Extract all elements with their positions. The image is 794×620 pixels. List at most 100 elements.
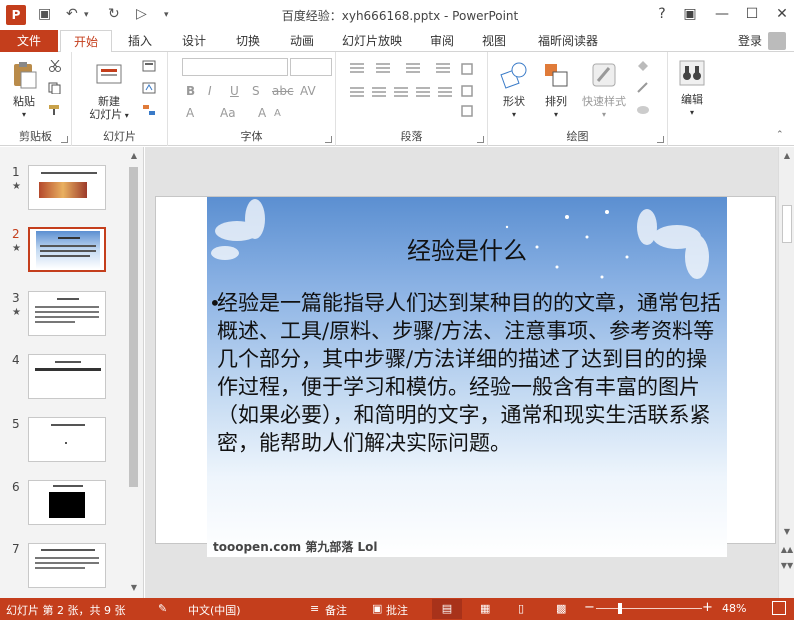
main-vertical-scrollbar[interactable]: ▲ ▼ ▲▲ ▼▼ <box>778 147 794 598</box>
thumbnail-scroll-thumb[interactable] <box>129 167 138 487</box>
collapse-ribbon-icon[interactable]: ⌃ <box>776 130 784 140</box>
fit-slide-to-window-button[interactable] <box>772 601 786 615</box>
underline-button[interactable]: U <box>230 84 239 98</box>
slide-thumbnail-1[interactable] <box>28 165 106 210</box>
comments-button[interactable]: 批注 <box>386 602 408 618</box>
new-slide-button[interactable]: 新建 幻灯片 ▾ <box>86 60 132 122</box>
shapes-dropdown-icon[interactable]: ▾ <box>496 108 532 121</box>
paragraph-buttons-icon[interactable] <box>346 60 476 126</box>
tab-review[interactable]: 审阅 <box>422 30 462 52</box>
undo-icon[interactable]: ↶ <box>66 6 78 22</box>
quick-styles-dropdown-icon[interactable]: ▾ <box>578 108 630 121</box>
arrange-dropdown-icon[interactable]: ▾ <box>538 108 574 121</box>
font-size-combobox[interactable] <box>290 58 332 76</box>
tab-home[interactable]: 开始 <box>60 30 112 53</box>
italic-button[interactable]: I <box>208 84 212 98</box>
paragraph-launcher-icon[interactable] <box>477 136 484 143</box>
font-name-combobox[interactable] <box>182 58 288 76</box>
group-label-drawing: 绘图 <box>566 130 589 143</box>
customize-quick-access-icon[interactable]: ▾ <box>164 10 169 20</box>
slide-body-text[interactable]: • 经验是一篇能指导人们达到某种目的的文章，通常包括概述、工具/原料、步骤/方法… <box>209 289 727 457</box>
slide-sorter-view-button[interactable]: ▦ <box>480 602 490 615</box>
help-button[interactable]: ? <box>652 6 672 22</box>
normal-view-button[interactable]: ▤ <box>432 599 462 619</box>
tab-animations[interactable]: 动画 <box>282 30 322 52</box>
strikethrough-button[interactable]: abc <box>272 84 294 98</box>
notes-button[interactable]: 备注 <box>325 602 347 618</box>
zoom-out-button[interactable]: − <box>584 600 595 615</box>
decrease-font-size-button[interactable]: A <box>274 108 281 119</box>
zoom-level[interactable]: 48% <box>722 602 746 615</box>
slide-thumbnail-5[interactable] <box>28 417 106 462</box>
reading-view-button[interactable]: ▯ <box>518 602 524 615</box>
zoom-slider[interactable] <box>596 608 702 609</box>
zoom-slider-thumb[interactable] <box>618 603 622 614</box>
tab-foxit-reader[interactable]: 福昕阅读器 <box>528 30 608 52</box>
editing-button[interactable]: 编辑 ▾ <box>674 58 710 119</box>
font-color-button[interactable]: A <box>186 106 194 120</box>
slide-thumbnail-7[interactable] <box>28 543 106 588</box>
slide-canvas[interactable]: 经验是什么 • 经验是一篇能指导人们达到某种目的的文章，通常包括概述、工具/原料… <box>155 196 776 557</box>
drawing-launcher-icon[interactable] <box>657 136 664 143</box>
copy-icon[interactable] <box>48 82 62 94</box>
start-from-beginning-icon[interactable]: ▷ <box>136 6 147 22</box>
shape-outline-icon[interactable] <box>636 82 650 94</box>
language-indicator[interactable]: 中文(中国) <box>188 602 241 618</box>
slide-thumbnail-2[interactable] <box>28 227 106 272</box>
slide-thumbnail-4[interactable] <box>28 354 106 399</box>
shadow-button[interactable]: S <box>252 84 260 98</box>
scroll-down-icon[interactable]: ▼ <box>779 527 794 536</box>
section-icon[interactable] <box>142 104 156 116</box>
redo-icon[interactable]: ↻ <box>108 6 120 22</box>
shapes-icon <box>500 62 527 89</box>
thumbnail-scrollbar[interactable]: ▲ ▼ <box>126 149 141 596</box>
scroll-up-icon[interactable]: ▲ <box>126 151 142 160</box>
shape-fill-icon[interactable] <box>636 60 650 72</box>
slide-thumbnail-6[interactable] <box>28 480 106 525</box>
next-slide-icon[interactable]: ▼▼ <box>779 561 794 570</box>
scroll-up-icon[interactable]: ▲ <box>779 151 794 160</box>
slideshow-view-button[interactable]: ▩ <box>556 602 566 615</box>
undo-dropdown-icon[interactable]: ▾ <box>84 10 89 20</box>
editing-dropdown-icon[interactable]: ▾ <box>674 106 710 119</box>
clipboard-launcher-icon[interactable] <box>61 136 68 143</box>
reset-icon[interactable] <box>142 82 156 94</box>
notes-icon: ≡ <box>310 602 320 615</box>
quick-styles-button[interactable]: 快速样式 ▾ <box>578 60 630 121</box>
shape-effects-icon[interactable] <box>636 104 650 116</box>
font-launcher-icon[interactable] <box>325 136 332 143</box>
close-button[interactable]: ✕ <box>772 6 792 22</box>
ribbon-display-options-button[interactable]: ▣ <box>680 6 700 22</box>
tab-design[interactable]: 设计 <box>174 30 214 52</box>
increase-font-size-button[interactable]: A <box>258 106 266 120</box>
bold-button[interactable]: B <box>186 84 195 98</box>
paste-dropdown-icon[interactable]: ▾ <box>6 108 42 121</box>
spelling-check-icon[interactable]: ✎ <box>158 602 167 615</box>
slide-title[interactable]: 经验是什么 <box>207 231 727 266</box>
slide-thumbnail-3[interactable] <box>28 291 106 336</box>
tab-slideshow[interactable]: 幻灯片放映 <box>334 30 410 52</box>
arrange-button[interactable]: 排列 ▾ <box>538 60 574 121</box>
cut-icon[interactable] <box>48 60 62 72</box>
layout-icon[interactable] <box>142 60 156 72</box>
minimize-button[interactable]: — <box>712 6 732 22</box>
maximize-button[interactable]: ☐ <box>742 6 762 22</box>
paste-button[interactable]: 粘贴 ▾ <box>6 60 42 121</box>
tab-transitions[interactable]: 切换 <box>228 30 268 52</box>
character-spacing-button[interactable]: AV <box>300 84 316 98</box>
previous-slide-icon[interactable]: ▲▲ <box>779 545 794 554</box>
sign-in-link[interactable]: 登录 <box>738 30 762 52</box>
tab-view[interactable]: 视图 <box>474 30 514 52</box>
zoom-in-button[interactable]: + <box>702 600 713 615</box>
tab-insert[interactable]: 插入 <box>120 30 160 52</box>
new-slide-dropdown-icon[interactable]: ▾ <box>122 111 129 120</box>
save-icon[interactable]: ▣ <box>38 6 51 22</box>
scroll-down-icon[interactable]: ▼ <box>126 583 142 592</box>
thumbnail-number: 3 <box>12 291 20 305</box>
format-painter-icon[interactable] <box>48 104 62 116</box>
change-case-button[interactable]: Aa <box>220 106 236 120</box>
shapes-button[interactable]: 形状 ▾ <box>496 60 532 121</box>
main-scroll-thumb[interactable] <box>782 205 792 243</box>
tab-file[interactable]: 文件 <box>0 30 58 52</box>
avatar[interactable] <box>768 32 786 50</box>
